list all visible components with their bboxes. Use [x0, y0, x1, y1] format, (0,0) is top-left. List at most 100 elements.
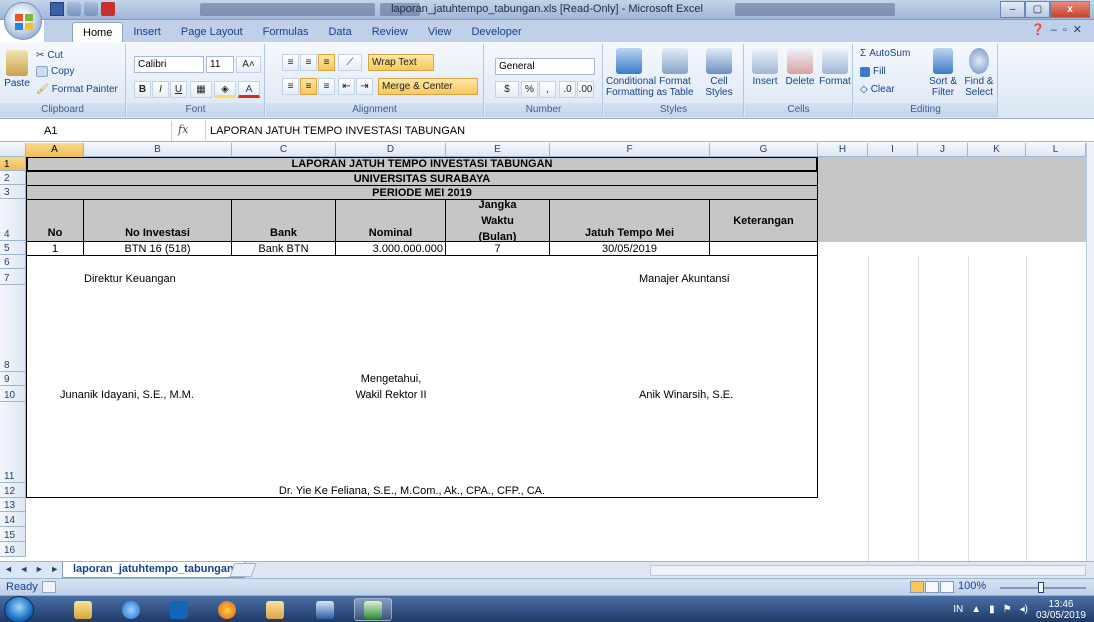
header-no[interactable]: No: [26, 200, 84, 242]
row-header-13[interactable]: 13: [0, 498, 26, 512]
orientation-icon[interactable]: ⟋: [338, 54, 362, 71]
sheet-tab-active[interactable]: laporan_jatuhtempo_tabungan: [62, 562, 245, 578]
number-format-select[interactable]: General: [495, 58, 595, 75]
header-keterangan[interactable]: Keterangan: [710, 200, 818, 242]
direktur-name[interactable]: Junanik Idayani, S.E., M.M.: [60, 387, 240, 403]
mengetahui-label[interactable]: Mengetahui,: [336, 372, 446, 386]
row-header-11[interactable]: 11: [0, 402, 26, 483]
align-left-icon[interactable]: ≡: [282, 78, 299, 95]
tab-data[interactable]: Data: [318, 22, 361, 42]
zoom-level[interactable]: 100%: [958, 580, 986, 592]
col-header-h[interactable]: H: [818, 143, 868, 157]
taskbar-outlook[interactable]: [160, 598, 198, 621]
bold-button[interactable]: B: [134, 81, 151, 98]
header-nominal[interactable]: Nominal: [336, 200, 446, 242]
row-header-3[interactable]: 3: [0, 185, 26, 199]
col-header-i[interactable]: I: [868, 143, 918, 157]
col-header-f[interactable]: F: [550, 143, 710, 157]
col-header-l[interactable]: L: [1026, 143, 1086, 157]
merge-center-button[interactable]: Merge & Center: [378, 78, 478, 95]
taskbar-firefox[interactable]: [208, 598, 246, 621]
decrease-indent-icon[interactable]: ⇤: [338, 78, 355, 95]
copy-button[interactable]: Copy: [36, 66, 74, 77]
flag-icon[interactable]: ⚑: [1003, 604, 1012, 615]
comma-button[interactable]: ,: [539, 81, 556, 98]
header-bank[interactable]: Bank: [232, 200, 336, 242]
select-all-corner[interactable]: [0, 143, 26, 157]
col-header-j[interactable]: J: [918, 143, 968, 157]
row-header-10[interactable]: 10: [0, 386, 26, 402]
taskbar-app[interactable]: [256, 598, 294, 621]
manajer-title[interactable]: Manajer Akuntansi: [550, 271, 820, 287]
percent-button[interactable]: %: [521, 81, 538, 98]
header-jatuh-tempo[interactable]: Jatuh Tempo Mei: [550, 200, 710, 242]
close-button[interactable]: x: [1050, 1, 1090, 18]
macro-record-icon[interactable]: [42, 581, 56, 593]
vertical-scrollbar[interactable]: [1086, 143, 1094, 561]
normal-view-icon[interactable]: [910, 581, 924, 593]
zoom-slider-thumb[interactable]: [1038, 582, 1044, 593]
increase-decimal-icon[interactable]: .0: [559, 81, 576, 98]
col-header-e[interactable]: E: [446, 143, 550, 157]
col-header-c[interactable]: C: [232, 143, 336, 157]
tab-home[interactable]: Home: [72, 22, 124, 42]
align-bottom-icon[interactable]: ≡: [318, 54, 335, 71]
taskbar-word[interactable]: [306, 598, 344, 621]
clear-button[interactable]: ◇ Clear: [860, 84, 895, 95]
align-center-icon[interactable]: ≡: [300, 78, 317, 95]
tray-arrow-icon[interactable]: ▲: [971, 604, 981, 615]
maximize-button[interactable]: ▢: [1025, 1, 1050, 18]
align-right-icon[interactable]: ≡: [318, 78, 335, 95]
fill-button[interactable]: Fill: [860, 66, 886, 77]
wrap-text-button[interactable]: Wrap Text: [368, 54, 434, 71]
col-header-k[interactable]: K: [968, 143, 1026, 157]
cell-jangka-waktu[interactable]: 7: [446, 242, 550, 256]
paste-button[interactable]: Paste: [2, 50, 32, 89]
row-header-8[interactable]: 8: [0, 285, 26, 372]
taskbar-explorer[interactable]: [64, 598, 102, 621]
cell-no-investasi[interactable]: BTN 16 (518): [84, 242, 232, 256]
volume-icon[interactable]: ◂): [1020, 604, 1028, 615]
row-header-9[interactable]: 9: [0, 372, 26, 386]
minimize-button[interactable]: –: [1000, 1, 1025, 18]
direktur-title[interactable]: Direktur Keuangan: [84, 271, 232, 287]
page-layout-view-icon[interactable]: [925, 581, 939, 593]
delete-cells-button[interactable]: Delete: [783, 48, 817, 87]
language-indicator[interactable]: IN: [953, 604, 963, 615]
worksheet-grid[interactable]: A B C D E F G H I J K L 1 2 3 4 5 6 7 8 …: [0, 143, 1086, 561]
report-period[interactable]: PERIODE MEI 2019: [26, 186, 818, 200]
font-color-button[interactable]: A: [238, 81, 260, 98]
cell-bank[interactable]: Bank BTN: [232, 242, 336, 256]
taskbar-ie[interactable]: [112, 598, 150, 621]
tab-review[interactable]: Review: [362, 22, 418, 42]
borders-icon[interactable]: ▦: [190, 81, 212, 98]
cell-no[interactable]: 1: [26, 242, 84, 256]
sheet-nav-arrows-icon[interactable]: ◄ ◄ ► ►: [4, 564, 61, 574]
decrease-decimal-icon[interactable]: .00: [577, 81, 594, 98]
cell-jatuh-tempo[interactable]: 30/05/2019: [550, 242, 710, 256]
col-header-b[interactable]: B: [84, 143, 232, 157]
italic-button[interactable]: I: [152, 81, 169, 98]
tab-developer[interactable]: Developer: [461, 22, 531, 42]
clock[interactable]: 13:46 03/05/2019: [1036, 599, 1086, 621]
conditional-formatting-button[interactable]: Conditional Formatting: [606, 48, 656, 98]
col-header-a[interactable]: A: [26, 143, 84, 157]
help-controls[interactable]: ❓–▫✕: [1031, 23, 1088, 36]
network-icon[interactable]: ▮: [989, 604, 995, 615]
cell-styles-button[interactable]: Cell Styles: [698, 48, 740, 98]
tab-page-layout[interactable]: Page Layout: [171, 22, 253, 42]
name-box[interactable]: A1: [0, 121, 172, 141]
row-header-16[interactable]: 16: [0, 542, 26, 557]
align-middle-icon[interactable]: ≡: [300, 54, 317, 71]
row-header-15[interactable]: 15: [0, 527, 26, 542]
report-title[interactable]: LAPORAN JATUH TEMPO INVESTASI TABUNGAN: [26, 157, 818, 172]
col-header-g[interactable]: G: [710, 143, 818, 157]
cut-button[interactable]: ✂ Cut: [36, 50, 63, 61]
row-header-4[interactable]: 4: [0, 199, 26, 241]
row-header-1[interactable]: 1: [0, 157, 26, 171]
cell-nominal[interactable]: 3.000.000.000: [336, 242, 446, 256]
font-name-select[interactable]: Calibri: [134, 56, 204, 73]
rektor-name[interactable]: Dr. Yie Ke Feliana, S.E., M.Com., Ak., C…: [232, 483, 592, 498]
formula-input[interactable]: LAPORAN JATUH TEMPO INVESTASI TABUNGAN: [205, 120, 1085, 142]
format-painter-button[interactable]: 🖌 Format Painter: [36, 84, 118, 95]
